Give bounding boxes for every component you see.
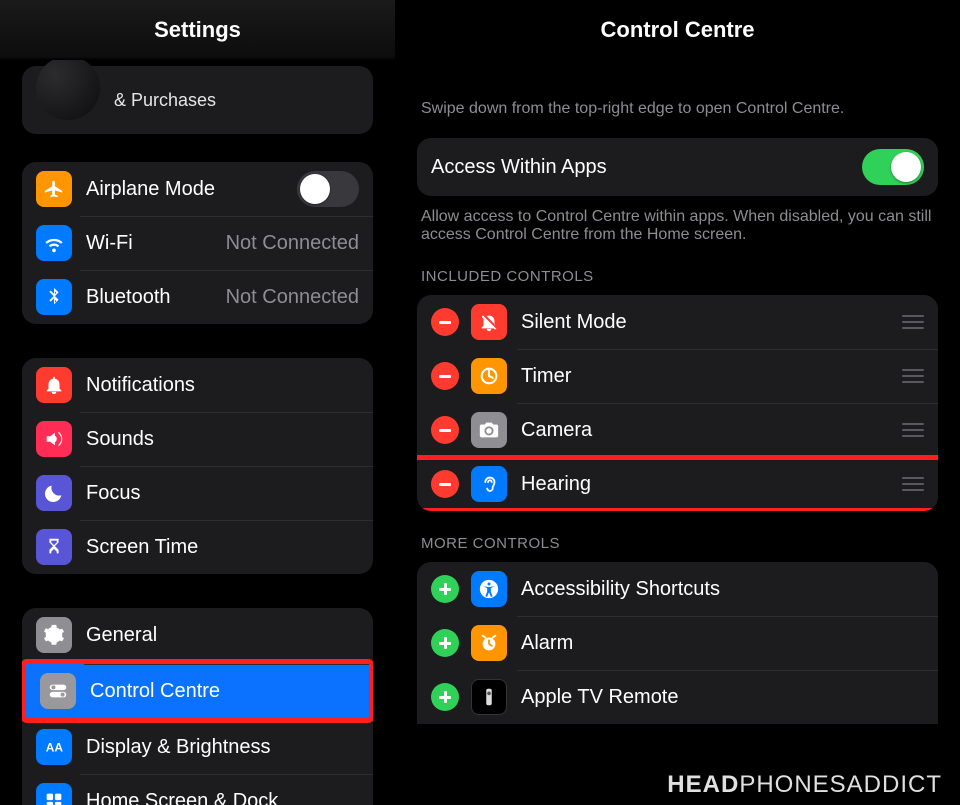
remove-button[interactable]	[431, 416, 459, 444]
focus-label: Focus	[86, 482, 359, 505]
wifi-value: Not Connected	[226, 232, 359, 255]
switches-icon	[40, 673, 76, 709]
row-screen-time[interactable]: Screen Time	[22, 520, 373, 574]
row-control-centre[interactable]: Control Centre	[26, 664, 369, 718]
row-airplane-mode[interactable]: Airplane Mode	[22, 162, 373, 216]
row-apple-tv-remote[interactable]: Apple TV Remote	[417, 670, 938, 724]
included-controls-group: Silent Mode Timer Camera	[417, 295, 938, 511]
add-button[interactable]	[431, 629, 459, 657]
row-wifi[interactable]: Wi-Fi Not Connected	[22, 216, 373, 270]
alarm-label: Alarm	[521, 632, 924, 655]
more-controls-group: Accessibility Shortcuts Alarm Apple TV R…	[417, 562, 938, 724]
more-controls-header: MORE CONTROLS	[421, 535, 934, 552]
notifications-group: Notifications Sounds Focus Screen Time	[22, 358, 373, 574]
svg-text:AA: AA	[46, 741, 64, 755]
drag-handle-icon[interactable]	[900, 423, 924, 437]
display-brightness-label: Display & Brightness	[86, 736, 359, 759]
row-camera[interactable]: Camera	[417, 403, 938, 457]
home-screen-label: Home Screen & Dock	[86, 790, 359, 805]
swipe-hint: Swipe down from the top-right edge to op…	[421, 100, 934, 118]
camera-icon	[471, 412, 507, 448]
notifications-label: Notifications	[86, 374, 359, 397]
bell-slash-icon	[471, 304, 507, 340]
settings-master-pane: Settings & Purchases Airplane Mode Wi-Fi…	[0, 0, 395, 805]
remove-button[interactable]	[431, 470, 459, 498]
add-button[interactable]	[431, 575, 459, 603]
row-bluetooth[interactable]: Bluetooth Not Connected	[22, 270, 373, 324]
bell-icon	[36, 367, 72, 403]
screen-time-label: Screen Time	[86, 536, 359, 559]
airplane-mode-toggle[interactable]	[297, 171, 359, 207]
row-accessibility-shortcuts[interactable]: Accessibility Shortcuts	[417, 562, 938, 616]
remove-button[interactable]	[431, 308, 459, 336]
apple-id-subtitle: & Purchases	[114, 90, 216, 111]
control-centre-label: Control Centre	[90, 680, 355, 703]
watermark: HEADPHONESADDICT	[667, 771, 942, 799]
bluetooth-icon	[36, 279, 72, 315]
connectivity-group: Airplane Mode Wi-Fi Not Connected Blueto…	[22, 162, 373, 324]
row-notifications[interactable]: Notifications	[22, 358, 373, 412]
apple-tv-remote-label: Apple TV Remote	[521, 686, 924, 709]
airplane-mode-label: Airplane Mode	[86, 178, 297, 201]
detail-title: Control Centre	[407, 0, 948, 60]
access-within-apps-toggle[interactable]	[862, 149, 924, 185]
airplane-icon	[36, 171, 72, 207]
sounds-label: Sounds	[86, 428, 359, 451]
included-controls-header: INCLUDED CONTROLS	[421, 268, 934, 285]
general-label: General	[86, 624, 359, 647]
moon-icon	[36, 475, 72, 511]
timer-label: Timer	[521, 365, 900, 388]
alarm-icon	[471, 625, 507, 661]
access-within-apps-label: Access Within Apps	[431, 156, 862, 179]
access-within-apps-desc: Allow access to Control Centre within ap…	[421, 208, 934, 244]
apple-id-card[interactable]: & Purchases	[22, 66, 373, 134]
grid-icon	[36, 783, 72, 805]
row-alarm[interactable]: Alarm	[417, 616, 938, 670]
row-timer[interactable]: Timer	[417, 349, 938, 403]
row-home-screen[interactable]: Home Screen & Dock	[22, 774, 373, 805]
row-sounds[interactable]: Sounds	[22, 412, 373, 466]
wifi-icon	[36, 225, 72, 261]
camera-label: Camera	[521, 419, 900, 442]
ear-icon	[471, 466, 507, 502]
row-display-brightness[interactable]: AA Display & Brightness	[22, 720, 373, 774]
hourglass-icon	[36, 529, 72, 565]
row-silent-mode[interactable]: Silent Mode	[417, 295, 938, 349]
hearing-label: Hearing	[521, 473, 900, 496]
drag-handle-icon[interactable]	[900, 315, 924, 329]
access-within-apps-group: Access Within Apps	[417, 138, 938, 196]
timer-icon	[471, 358, 507, 394]
accessibility-icon	[471, 571, 507, 607]
drag-handle-icon[interactable]	[900, 477, 924, 491]
remote-icon	[471, 679, 507, 715]
silent-mode-label: Silent Mode	[521, 311, 900, 334]
bluetooth-value: Not Connected	[226, 286, 359, 309]
control-centre-detail-pane: Control Centre Swipe down from the top-r…	[395, 0, 960, 805]
aa-icon: AA	[36, 729, 72, 765]
row-hearing[interactable]: Hearing	[417, 457, 938, 511]
row-access-within-apps[interactable]: Access Within Apps	[417, 138, 938, 196]
row-focus[interactable]: Focus	[22, 466, 373, 520]
add-button[interactable]	[431, 683, 459, 711]
settings-title: Settings	[0, 0, 395, 60]
wifi-label: Wi-Fi	[86, 232, 226, 255]
gear-icon	[36, 617, 72, 653]
drag-handle-icon[interactable]	[900, 369, 924, 383]
general-group: General Control Centre AA Display & Brig…	[22, 608, 373, 805]
speaker-icon	[36, 421, 72, 457]
avatar	[36, 56, 100, 120]
remove-button[interactable]	[431, 362, 459, 390]
row-general[interactable]: General	[22, 608, 373, 662]
bluetooth-label: Bluetooth	[86, 286, 226, 309]
accessibility-shortcuts-label: Accessibility Shortcuts	[521, 578, 924, 601]
